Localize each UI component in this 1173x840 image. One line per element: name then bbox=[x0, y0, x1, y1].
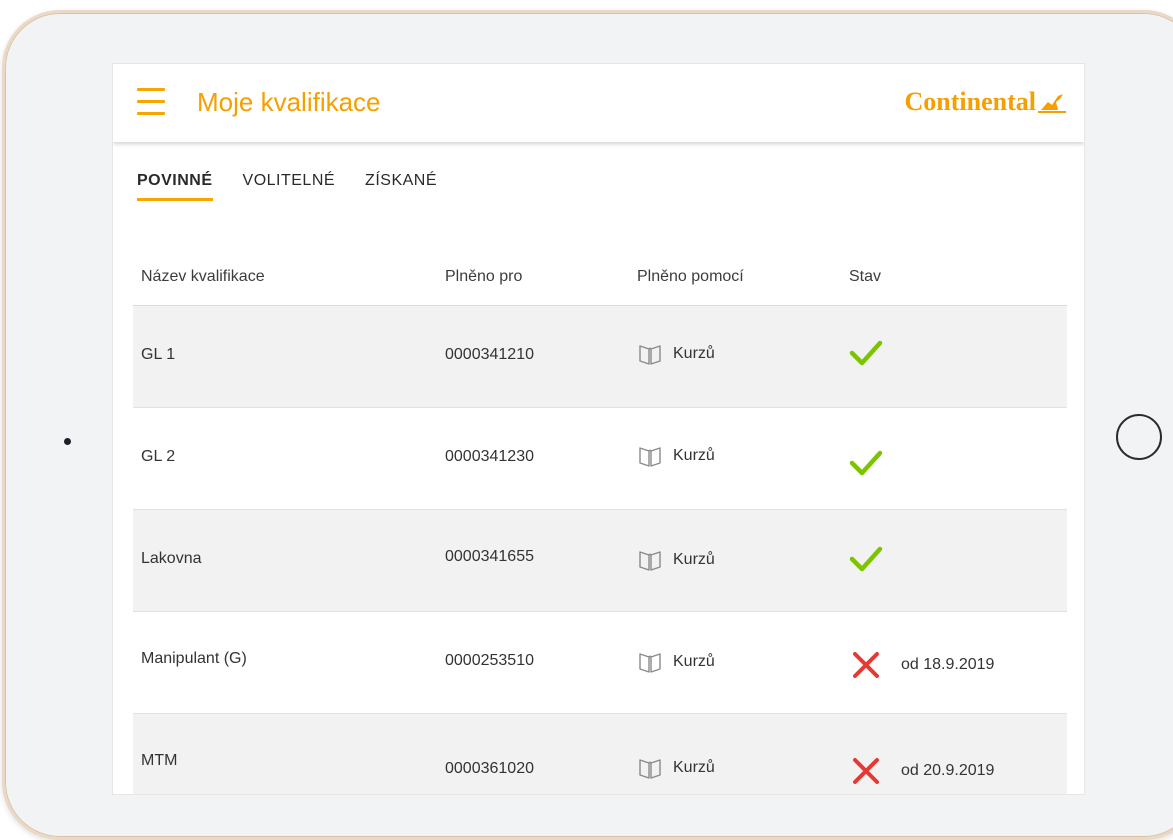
cross-icon bbox=[853, 652, 879, 678]
qualifications-table: Název kvalifikace Plněno pro Plněno pomo… bbox=[133, 248, 1067, 794]
fulfilled-via[interactable]: Kurzů bbox=[637, 756, 715, 780]
fulfilled-for: 0000341655 bbox=[445, 548, 534, 565]
app-screen: Moje kvalifikace Continental POVINNÉ VOL… bbox=[113, 64, 1084, 794]
column-header-name[interactable]: Název kvalifikace bbox=[141, 268, 265, 286]
qualification-name: GL 2 bbox=[141, 448, 176, 465]
check-icon bbox=[849, 450, 883, 476]
fulfilled-via-label: Kurzů bbox=[673, 551, 715, 568]
hamburger-icon[interactable] bbox=[137, 86, 165, 118]
table-row[interactable]: Lakovna 0000341655 Kurzů bbox=[133, 510, 1067, 612]
fulfilled-via[interactable]: Kurzů bbox=[637, 650, 715, 674]
status-cell bbox=[849, 446, 883, 480]
fulfilled-via-label: Kurzů bbox=[673, 759, 715, 776]
table-row[interactable]: MTM 0000361020 Kurzů od 20.9.2019 bbox=[133, 714, 1067, 794]
fulfilled-via[interactable]: Kurzů bbox=[637, 444, 715, 468]
tab-volitelne[interactable]: VOLITELNÉ bbox=[243, 172, 336, 201]
logo-wordmark: Continental bbox=[904, 87, 1036, 116]
fulfilled-via-label: Kurzů bbox=[673, 653, 715, 670]
book-icon bbox=[639, 345, 661, 365]
book-icon bbox=[639, 759, 661, 779]
fulfilled-for: 0000253510 bbox=[445, 652, 534, 669]
app-header: Moje kvalifikace Continental bbox=[113, 64, 1084, 142]
fulfilled-for: 0000341230 bbox=[445, 448, 534, 465]
table-row[interactable]: GL 1 0000341210 Kurzů bbox=[133, 306, 1067, 408]
table-row[interactable]: GL 2 0000341230 Kurzů bbox=[133, 408, 1067, 510]
status-cell: od 20.9.2019 bbox=[849, 754, 994, 788]
fulfilled-for: 0000341210 bbox=[445, 346, 534, 363]
check-icon bbox=[849, 546, 883, 572]
status-cell bbox=[849, 336, 883, 370]
check-icon bbox=[849, 340, 883, 366]
column-header-for[interactable]: Plněno pro bbox=[445, 268, 522, 286]
fulfilled-via[interactable]: Kurzů bbox=[637, 548, 715, 572]
horse-icon bbox=[1038, 94, 1066, 113]
status-date: od 18.9.2019 bbox=[901, 656, 995, 673]
qualification-name: Manipulant (G) bbox=[141, 650, 247, 667]
table-header: Název kvalifikace Plněno pro Plněno pomo… bbox=[133, 248, 1067, 306]
tab-povinne[interactable]: POVINNÉ bbox=[137, 172, 213, 201]
status-cell: od 18.9.2019 bbox=[849, 648, 994, 682]
status-cell bbox=[849, 542, 883, 576]
fulfilled-via-label: Kurzů bbox=[673, 447, 715, 464]
table-row[interactable]: Manipulant (G) 0000253510 Kurzů od 18.9.201… bbox=[133, 612, 1067, 714]
book-icon bbox=[639, 551, 661, 571]
page-title: Moje kvalifikace bbox=[197, 87, 381, 117]
book-icon bbox=[639, 447, 661, 467]
fulfilled-via-label: Kurzů bbox=[673, 345, 715, 362]
qualification-name: MTM bbox=[141, 752, 178, 769]
fulfilled-via[interactable]: Kurzů bbox=[637, 342, 715, 366]
camera-icon bbox=[64, 438, 71, 445]
qualification-name: Lakovna bbox=[141, 550, 202, 567]
tab-bar: POVINNÉ VOLITELNÉ ZÍSKANÉ bbox=[137, 172, 437, 201]
table-body: GL 1 0000341210 Kurzů GL 2 0000341230 Kurzů La… bbox=[133, 306, 1067, 794]
home-button[interactable] bbox=[1116, 414, 1162, 460]
tab-ziskane[interactable]: ZÍSKANÉ bbox=[365, 172, 437, 201]
status-date: od 20.9.2019 bbox=[901, 762, 995, 779]
qualification-name: GL 1 bbox=[141, 346, 176, 363]
column-header-status[interactable]: Stav bbox=[849, 268, 881, 286]
book-icon bbox=[639, 653, 661, 673]
continental-logo: Continental bbox=[905, 84, 1066, 120]
column-header-via[interactable]: Plněno pomocí bbox=[637, 268, 744, 286]
fulfilled-for: 0000361020 bbox=[445, 760, 534, 777]
cross-icon bbox=[853, 758, 879, 784]
